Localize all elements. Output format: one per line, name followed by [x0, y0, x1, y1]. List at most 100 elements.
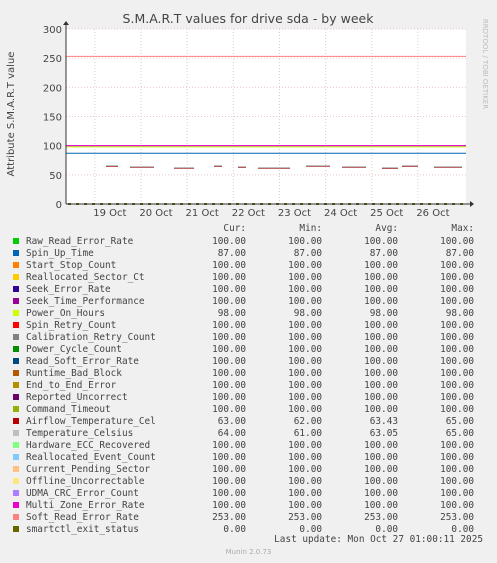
- legend-series-name: Hardware_ECC_Recovered: [26, 439, 151, 451]
- legend-min-value: 100.00: [288, 391, 322, 403]
- legend-avg-value: 87.00: [369, 247, 398, 259]
- legend-max-value: 100.00: [440, 295, 474, 307]
- legend-max-value: 100.00: [440, 367, 474, 379]
- legend-max-value: 100.00: [440, 343, 474, 355]
- legend-swatch: [13, 322, 19, 328]
- legend-min-value: 100.00: [288, 331, 322, 343]
- legend-avg-value: 100.00: [364, 235, 398, 247]
- legend-min-value: 61.00: [293, 427, 322, 439]
- legend-swatch: [13, 526, 19, 532]
- legend-max-value: 100.00: [440, 487, 474, 499]
- legend-min-value: 0.00: [299, 523, 322, 535]
- legend-row: Runtime_Bad_Block 100.00 100.00 100.00 100.0…: [10, 367, 490, 379]
- x-axis-arrow: [470, 201, 474, 207]
- legend-series-name: Power_Cycle_Count: [26, 343, 122, 355]
- legend-swatch: [13, 286, 19, 292]
- legend-avg-value: 0.00: [375, 523, 398, 535]
- legend-min-value: 100.00: [288, 343, 322, 355]
- legend-cur-value: 100.00: [212, 235, 246, 247]
- legend-series-name: Start_Stop_Count: [26, 259, 117, 271]
- legend-cur-value: 100.00: [212, 331, 246, 343]
- legend-avg-value: 100.00: [364, 391, 398, 403]
- legend-avg-value: 100.00: [364, 343, 398, 355]
- x-tick-label: 26 Oct: [416, 208, 449, 219]
- legend-cur-value: 100.00: [212, 463, 246, 475]
- legend-avg-value: 100.00: [364, 259, 398, 271]
- legend-cur-value: 100.00: [212, 487, 246, 499]
- legend-swatch: [13, 466, 19, 472]
- legend-series-name: Read_Soft_Error_Rate: [26, 355, 139, 367]
- legend-cur-value: 100.00: [212, 439, 246, 451]
- legend-min-value: 100.00: [288, 487, 322, 499]
- legend-cur-value: 100.00: [212, 295, 246, 307]
- legend-cur-value: 100.00: [212, 379, 246, 391]
- legend-header-avg: Avg:: [375, 222, 398, 234]
- legend-series-name: Temperature_Celsius: [26, 427, 134, 439]
- y-tick-label: 250: [43, 54, 62, 65]
- legend-max-value: 100.00: [440, 319, 474, 331]
- legend-series-name: Seek_Time_Performance: [26, 295, 145, 307]
- legend-rows: Raw_Read_Error_Rate 100.00 100.00 100.00 100…: [10, 235, 490, 535]
- legend-swatch: [13, 370, 19, 376]
- legend-min-value: 100.00: [288, 463, 322, 475]
- legend-row: Temperature_Celsius 64.00 61.00 63.05 65.00: [10, 427, 490, 439]
- legend-max-value: 100.00: [440, 331, 474, 343]
- legend-row: Current_Pending_Sector 100.00 100.00 100.00…: [10, 463, 490, 475]
- legend-row: Read_Soft_Error_Rate 100.00 100.00 100.00 10…: [10, 355, 490, 367]
- legend-series-name: Runtime_Bad_Block: [26, 367, 122, 379]
- legend-cur-value: 100.00: [212, 367, 246, 379]
- legend-swatch: [13, 490, 19, 496]
- legend-row: Reallocated_Sector_Ct 100.00 100.00 100.00 1…: [10, 271, 490, 283]
- legend-row: Seek_Error_Rate 100.00 100.00 100.00 100.00: [10, 283, 490, 295]
- legend-min-value: 100.00: [288, 235, 322, 247]
- legend-min-value: 100.00: [288, 283, 322, 295]
- legend-series-name: UDMA_CRC_Error_Count: [26, 487, 139, 499]
- legend-swatch: [13, 382, 19, 388]
- x-tick-label: 22 Oct: [232, 208, 265, 219]
- footer: Munin 2.0.73: [225, 548, 272, 556]
- legend-row: Seek_Time_Performance 100.00 100.00 100.00 1…: [10, 295, 490, 307]
- x-tick-label: 24 Oct: [324, 208, 357, 219]
- rrdtool-watermark: RRDTOOL / TOBI OETIKER: [481, 19, 489, 109]
- legend-max-value: 65.00: [445, 427, 474, 439]
- legend-series-name: Seek_Error_Rate: [26, 283, 111, 295]
- legend-min-value: 100.00: [288, 355, 322, 367]
- legend-min-value: 100.00: [288, 271, 322, 283]
- legend-avg-value: 100.00: [364, 283, 398, 295]
- y-tick-label: 100: [43, 142, 62, 153]
- legend-series-name: smartctl_exit_status: [26, 523, 139, 535]
- legend-cur-value: 100.00: [212, 403, 246, 415]
- legend-swatch: [13, 358, 19, 364]
- legend-cur-value: 100.00: [212, 271, 246, 283]
- legend-swatch: [13, 430, 19, 436]
- legend-min-value: 100.00: [288, 403, 322, 415]
- legend-cur-value: 253.00: [212, 511, 246, 523]
- legend-row: Command_Timeout 100.00 100.00 100.00 100.00: [10, 403, 490, 415]
- legend-row: Reallocated_Event_Count 100.00 100.00 100.0…: [10, 451, 490, 463]
- legend-avg-value: 100.00: [364, 367, 398, 379]
- legend-series-name: Current_Pending_Sector: [26, 463, 151, 475]
- chart-title: S.M.A.R.T values for drive sda - by week: [123, 11, 375, 26]
- legend-min-value: 100.00: [288, 499, 322, 511]
- legend-row: Spin_Up_Time 87.00 87.00 87.00 87.00: [10, 247, 490, 259]
- last-update: Last update: Mon Oct 27 01:00:11 2025: [274, 534, 483, 545]
- legend-swatch: [13, 442, 19, 448]
- legend-row: Offline_Uncorrectable 100.00 100.00 100.00 1…: [10, 475, 490, 487]
- legend-swatch: [13, 334, 19, 340]
- legend-min-value: 253.00: [288, 511, 322, 523]
- legend-series-name: Reallocated_Sector_Ct: [26, 271, 145, 283]
- legend-max-value: 100.00: [440, 235, 474, 247]
- legend-max-value: 65.00: [445, 415, 474, 427]
- legend-cur-value: 100.00: [212, 391, 246, 403]
- legend-max-value: 98.00: [445, 307, 474, 319]
- legend-avg-value: 100.00: [364, 331, 398, 343]
- legend-avg-value: 100.00: [364, 451, 398, 463]
- legend-max-value: 100.00: [440, 259, 474, 271]
- legend-max-value: 100.00: [440, 451, 474, 463]
- legend-avg-value: 100.00: [364, 475, 398, 487]
- legend-avg-value: 253.00: [364, 511, 398, 523]
- legend-avg-value: 98.00: [369, 307, 398, 319]
- legend-max-value: 100.00: [440, 379, 474, 391]
- legend-cur-value: 100.00: [212, 475, 246, 487]
- legend-row: Start_Stop_Count 100.00 100.00 100.00 100.00: [10, 259, 490, 271]
